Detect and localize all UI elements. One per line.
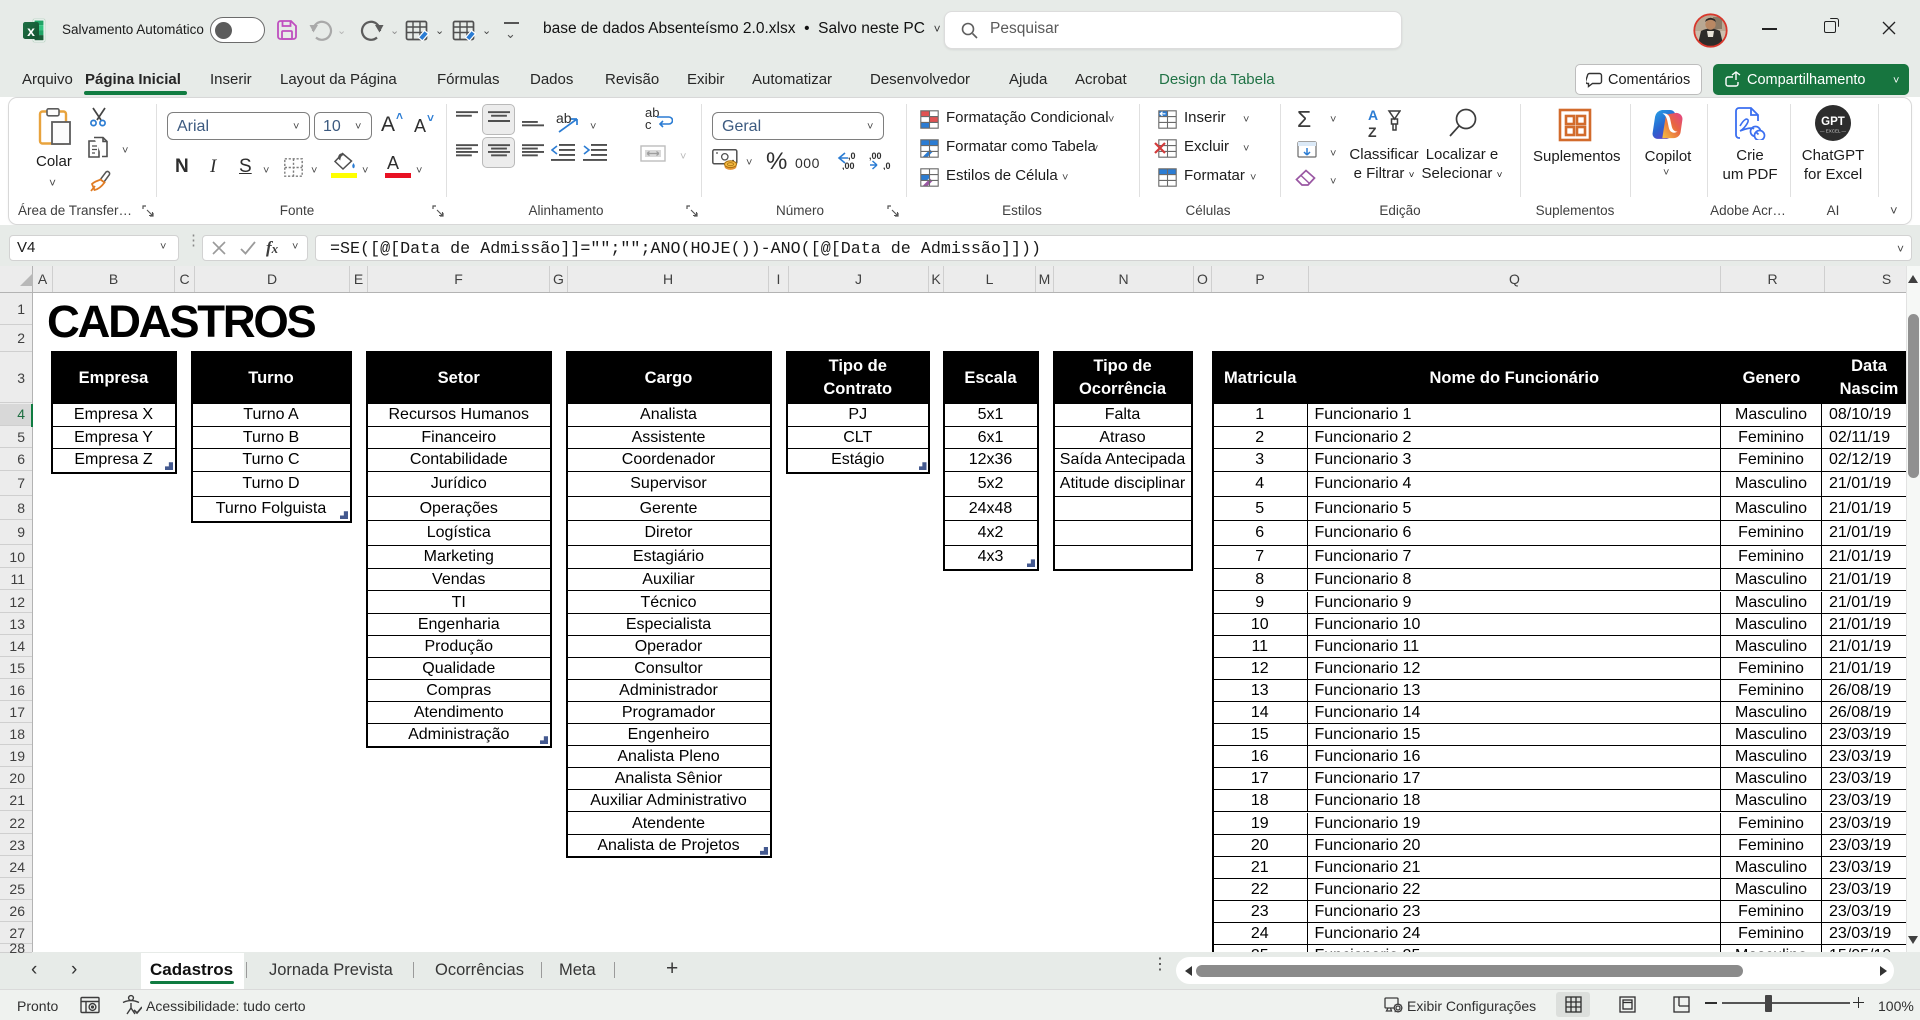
svg-text:GPT: GPT xyxy=(1821,116,1845,128)
svg-text:— EXCEL —: — EXCEL — xyxy=(1820,129,1847,134)
svg-text:,00: ,00 xyxy=(869,151,882,161)
svg-text:A: A xyxy=(1368,107,1378,123)
svg-text:,0: ,0 xyxy=(883,161,891,170)
svg-text:,0: ,0 xyxy=(848,151,856,161)
svg-text:Z: Z xyxy=(1368,124,1377,140)
svg-text:,00: ,00 xyxy=(842,161,855,170)
svg-text:x: x xyxy=(27,23,35,39)
